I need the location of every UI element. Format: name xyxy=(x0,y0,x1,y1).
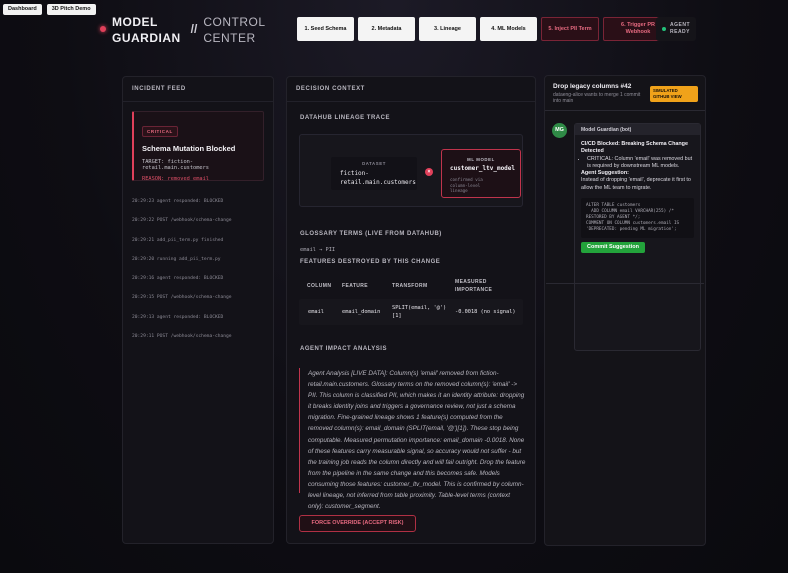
status-dot-icon xyxy=(662,27,666,31)
log-entry: 20:29:15 POST /webhook/schema-change xyxy=(132,295,232,301)
dashboard-button[interactable]: Dashboard xyxy=(3,4,42,15)
ml-models-button[interactable]: 4. ML Models xyxy=(480,17,537,41)
lineage-button[interactable]: 3. Lineage xyxy=(419,17,476,41)
log-entry: 20:29:13 agent responded: BLOCKED xyxy=(132,314,224,320)
comment-body: CI/CD Blocked: Breaking Schema Change De… xyxy=(575,135,700,259)
agent-status: AGENT READY xyxy=(656,17,697,41)
comment-bullet: CRITICAL: Column 'email' was removed but… xyxy=(587,156,694,171)
log-entry: 20:29:11 POST /webhook/schema-change xyxy=(132,334,232,340)
seed-schema-button[interactable]: 1. Seed Schema xyxy=(297,17,354,41)
suggestion-text: Instead of dropping 'email', deprecate i… xyxy=(581,177,691,191)
incident-title: Schema Mutation Blocked xyxy=(142,144,236,153)
suggestion-label: Agent Suggestion: xyxy=(581,170,629,177)
simulated-view-badge: SIMULATED GITHUB VIEW xyxy=(650,86,698,102)
status-dot-icon xyxy=(100,26,106,32)
incident-feed-panel: INCIDENT FEED CRITICAL Schema Mutation B… xyxy=(122,76,274,544)
cell-feature: email_domain xyxy=(342,309,381,315)
force-override-button[interactable]: FORCE OVERRIDE (ACCEPT RISK) xyxy=(299,515,416,532)
github-pr-panel: Drop legacy columns #42 dataeng-alice wa… xyxy=(544,75,706,546)
broken-link-icon: × xyxy=(425,168,433,176)
incident-target: TARGET: fiction-retail.main.customers xyxy=(142,159,209,171)
title-separator: // xyxy=(190,22,198,36)
pitch-demo-button[interactable]: 3D Pitch Demo xyxy=(46,4,96,15)
log-entry: 20:29:16 agent responded: BLOCKED xyxy=(132,276,224,282)
incident-reason: REASON: removed email xyxy=(142,176,209,182)
panel-title: DECISION CONTEXT xyxy=(287,77,535,102)
column-header: MEASURED xyxy=(455,279,487,285)
app-subtitle: CONTROL CENTER xyxy=(203,15,266,45)
metadata-button[interactable]: 2. Metadata xyxy=(358,17,415,41)
log-entry: 20:29:22 POST /webhook/schema-change xyxy=(132,218,232,224)
lineage-title: DATAHUB LINEAGE TRACE xyxy=(300,115,390,121)
column-header: TRANSFORM xyxy=(392,283,428,289)
avatar: MG xyxy=(552,123,567,138)
brand-header: MODEL GUARDIAN // CONTROL CENTER xyxy=(100,14,266,46)
event-log: 20:29:23 agent responded: BLOCKED 20:29:… xyxy=(123,199,273,353)
decision-context-panel: DECISION CONTEXT DATAHUB LINEAGE TRACE D… xyxy=(286,76,536,544)
glossary-term: email → PII xyxy=(300,247,336,253)
pr-subtitle: dataeng-alice wants to merge 1 commit in… xyxy=(553,92,641,104)
table-row: email email_domain SPLIT(email, '@') [1]… xyxy=(299,299,523,325)
ml-model-node[interactable]: ML MODEL customer_ltv_model confirmed vi… xyxy=(441,149,521,198)
severity-badge: CRITICAL xyxy=(142,126,178,137)
column-header: FEATURE xyxy=(342,283,369,289)
step-buttons: 1. Seed Schema 2. Metadata 3. Lineage 4.… xyxy=(297,17,673,41)
incident-card[interactable]: CRITICAL Schema Mutation Blocked TARGET:… xyxy=(132,111,264,182)
column-header: IMPORTANCE xyxy=(455,287,493,293)
commit-suggestion-button[interactable]: Commit Suggestion xyxy=(581,242,645,254)
features-title: FEATURES DESTROYED BY THIS CHANGE xyxy=(300,259,441,265)
top-nav: Dashboard 3D Pitch Demo xyxy=(3,4,96,15)
pr-header: Drop legacy columns #42 dataeng-alice wa… xyxy=(545,76,705,111)
inject-pii-term-button[interactable]: 5. Inject PII Term xyxy=(541,17,599,41)
cell-importance: -0.0018 (no signal) xyxy=(455,309,516,315)
log-entry: 20:29:21 add_pii_term.py finished xyxy=(132,237,224,243)
impact-analysis-text: Agent Analysis [LIVE DATA]: Column(s) 'e… xyxy=(299,368,526,510)
bot-comment: Model Guardian (bot) CI/CD Blocked: Brea… xyxy=(574,123,701,351)
glossary-title: GLOSSARY TERMS (LIVE FROM DATAHUB) xyxy=(300,231,442,237)
panel-title: INCIDENT FEED xyxy=(123,77,273,102)
cell-transform: SPLIT(email, '@') xyxy=(392,305,447,311)
cell-column: email xyxy=(308,309,324,315)
comment-heading: CI/CD Blocked: Breaking Schema Change De… xyxy=(581,141,688,155)
lineage-trace: DATASET fiction-retail.main.customers × … xyxy=(299,134,523,207)
log-entry: 20:29:23 agent responded: BLOCKED xyxy=(132,199,224,204)
impact-title: AGENT IMPACT ANALYSIS xyxy=(300,346,387,352)
log-entry: 20:29:20 running add_pii_term.py xyxy=(132,256,221,262)
code-suggestion: ALTER TABLE customers ADD COLUMN email V… xyxy=(581,198,694,239)
dataset-node[interactable]: DATASET fiction-retail.main.customers xyxy=(331,157,417,190)
column-header: COLUMN xyxy=(307,283,332,289)
divider xyxy=(546,283,704,284)
cell-transform: [1] xyxy=(392,313,402,319)
comment-author: Model Guardian (bot) xyxy=(575,124,700,135)
app-title: MODEL GUARDIAN xyxy=(112,15,181,45)
